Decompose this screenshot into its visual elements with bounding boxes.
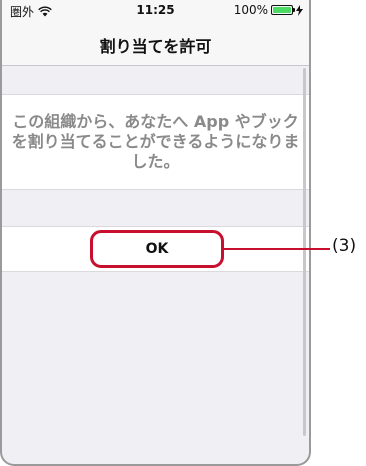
callout-label: (3): [332, 236, 357, 256]
status-right: 100%: [234, 3, 303, 17]
battery-fill: [273, 7, 291, 13]
navigation-bar: 割り当てを許可: [2, 22, 309, 66]
bolt-icon: [296, 4, 303, 16]
scroll-indicator[interactable]: [303, 68, 306, 436]
battery-percent: 100%: [233, 3, 268, 17]
ok-button[interactable]: OK: [90, 230, 224, 268]
battery-icon: [271, 5, 295, 15]
callout-line: [222, 248, 330, 250]
message-cell: この組織から、あなたへ App やブックを割り当てることができるようになりました…: [2, 94, 309, 190]
message-text: この組織から、あなたへ App やブックを割り当てることができるようになりました…: [11, 112, 300, 171]
phone-screen: 圏外 11:25 100% 割り当てを許可 この組織から、あなたへ App やブ…: [0, 0, 311, 466]
page-title: 割り当てを許可: [99, 37, 212, 56]
status-bar: 圏外 11:25 100%: [2, 0, 309, 22]
